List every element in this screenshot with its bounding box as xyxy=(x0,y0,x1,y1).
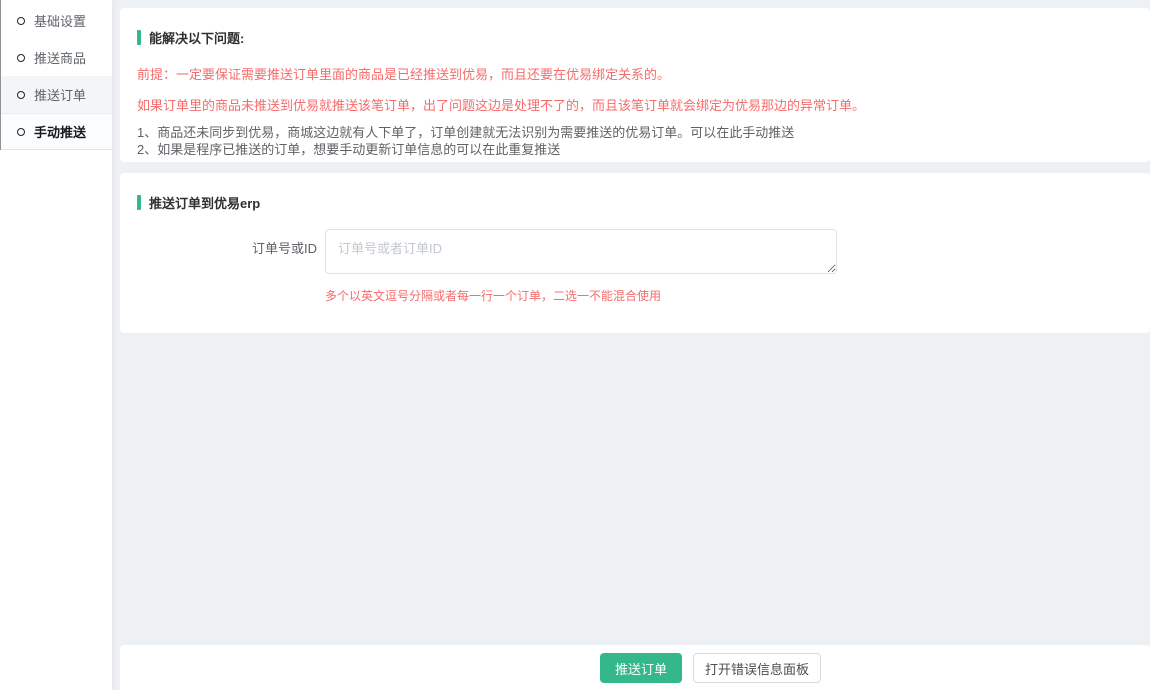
radio-circle-icon xyxy=(17,91,25,99)
radio-circle-icon xyxy=(17,54,25,62)
radio-circle-icon xyxy=(17,128,25,136)
info-section-title: 能解决以下问题: xyxy=(149,28,244,47)
info-card: 能解决以下问题: 前提：一定要保证需要推送订单里面的商品是已经推送到优易，而且还… xyxy=(120,8,1150,162)
push-section-title: 推送订单到优易erp xyxy=(149,193,260,212)
section-accent-bar xyxy=(137,195,141,210)
notes-list: 1、商品还未同步到优易，商城这边就有人下单了，订单创建就无法识别为需要推送的优易… xyxy=(137,124,1130,158)
note-line: 2、如果是程序已推送的订单，想要手动更新订单信息的可以在此重复推送 xyxy=(137,141,1130,158)
radio-circle-icon xyxy=(17,17,25,25)
push-order-button[interactable]: 推送订单 xyxy=(600,653,682,683)
push-order-card: 推送订单到优易erp 订单号或ID 多个以英文逗号分隔或者每一行一个订单，二选一… xyxy=(120,173,1150,333)
order-id-form-row: 订单号或ID xyxy=(137,229,1130,274)
sidebar-item-label: 推送订单 xyxy=(34,85,86,104)
sidebar-menu: 基础设置 推送商品 推送订单 手动推送 xyxy=(0,0,112,150)
sidebar-item-label: 推送商品 xyxy=(34,48,86,67)
section-accent-bar xyxy=(137,30,141,45)
open-error-panel-button[interactable]: 打开错误信息面板 xyxy=(693,653,821,683)
sidebar-item-manual-push[interactable]: 手动推送 xyxy=(1,113,112,150)
sidebar-item-basic-settings[interactable]: 基础设置 xyxy=(1,2,112,39)
footer-action-bar: 推送订单 打开错误信息面板 xyxy=(120,645,1150,690)
push-section-header: 推送订单到优易erp xyxy=(137,193,1130,212)
manual-push-page: 基础设置 推送商品 推送订单 手动推送 能解决以下问题: 前提：一定要保证需要推… xyxy=(0,0,1150,690)
note-line: 1、商品还未同步到优易，商城这边就有人下单了，订单创建就无法识别为需要推送的优易… xyxy=(137,124,1130,141)
order-id-input[interactable] xyxy=(325,229,837,274)
sidebar-item-label: 手动推送 xyxy=(34,122,86,141)
warning-line: 如果订单里的商品未推送到优易就推送该笔订单，出了问题这边是处理不了的，而且该笔订… xyxy=(137,99,1130,113)
sidebar-item-push-products[interactable]: 推送商品 xyxy=(1,39,112,76)
sidebar: 基础设置 推送商品 推送订单 手动推送 xyxy=(0,0,112,690)
sidebar-item-push-orders[interactable]: 推送订单 xyxy=(1,76,112,113)
sidebar-item-label: 基础设置 xyxy=(34,11,86,30)
order-id-label: 订单号或ID xyxy=(137,229,325,257)
order-id-helper-text: 多个以英文逗号分隔或者每一行一个订单，二选一不能混合使用 xyxy=(325,287,1130,304)
warning-line: 前提：一定要保证需要推送订单里面的商品是已经推送到优易，而且还要在优易绑定关系的… xyxy=(137,68,1130,82)
info-section-header: 能解决以下问题: xyxy=(137,28,1130,47)
